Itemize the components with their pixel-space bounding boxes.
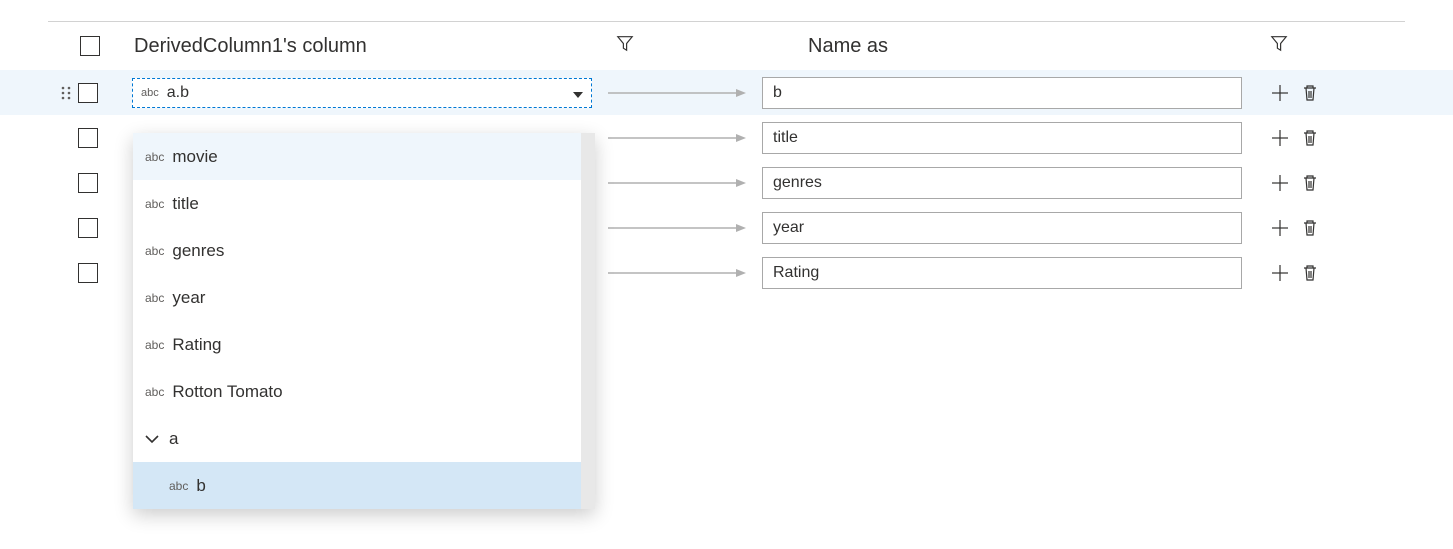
add-button[interactable] bbox=[1270, 83, 1290, 103]
chevron-down-icon bbox=[145, 429, 159, 449]
filter-icon[interactable] bbox=[1270, 34, 1288, 58]
name-as-input[interactable] bbox=[762, 257, 1242, 289]
type-badge: abc bbox=[145, 150, 164, 164]
type-badge: abc bbox=[145, 244, 164, 258]
mapping-arrow bbox=[592, 133, 762, 143]
mapping-row: abc a.b bbox=[0, 70, 1453, 115]
dropdown-option[interactable]: a bbox=[133, 415, 595, 462]
row-checkbox[interactable] bbox=[78, 218, 98, 238]
row-checkbox[interactable] bbox=[78, 83, 98, 103]
name-as-input[interactable] bbox=[762, 122, 1242, 154]
row-checkbox[interactable] bbox=[78, 128, 98, 148]
type-badge: abc bbox=[169, 479, 188, 493]
source-column-header: DerivedColumn1's column bbox=[134, 34, 634, 58]
type-badge: abc bbox=[141, 87, 159, 99]
delete-button[interactable] bbox=[1300, 218, 1320, 238]
name-as-input[interactable] bbox=[762, 77, 1242, 109]
dropdown-option[interactable]: abc title bbox=[133, 180, 595, 227]
name-as-header-label: Name as bbox=[808, 35, 1270, 58]
dropdown-option-label: title bbox=[172, 194, 198, 214]
add-button[interactable] bbox=[1270, 128, 1290, 148]
dropdown-option-label: b bbox=[196, 476, 205, 496]
mapping-arrow bbox=[592, 178, 762, 188]
name-as-header: Name as bbox=[808, 34, 1288, 58]
dropdown-scrollbar[interactable] bbox=[581, 133, 595, 509]
dropdown-option-label: Rating bbox=[172, 335, 221, 355]
mapping-arrow bbox=[592, 223, 762, 233]
name-as-input[interactable] bbox=[762, 167, 1242, 199]
delete-button[interactable] bbox=[1300, 128, 1320, 148]
add-button[interactable] bbox=[1270, 263, 1290, 283]
name-as-input[interactable] bbox=[762, 212, 1242, 244]
delete-button[interactable] bbox=[1300, 263, 1320, 283]
chevron-down-icon bbox=[573, 85, 583, 101]
dropdown-option[interactable]: abc Rotton Tomato bbox=[133, 368, 595, 415]
type-badge: abc bbox=[145, 385, 164, 399]
mapping-arrow bbox=[592, 268, 762, 278]
column-header-row: DerivedColumn1's column Name as bbox=[0, 22, 1453, 70]
source-column-value: a.b bbox=[167, 84, 573, 102]
delete-button[interactable] bbox=[1300, 173, 1320, 193]
dropdown-option-label: year bbox=[172, 288, 205, 308]
source-column-select[interactable]: abc a.b bbox=[132, 78, 592, 108]
column-dropdown[interactable]: abc movie abc title abc genres abc year … bbox=[133, 133, 595, 509]
filter-icon[interactable] bbox=[616, 34, 634, 58]
add-button[interactable] bbox=[1270, 218, 1290, 238]
dropdown-option-label: Rotton Tomato bbox=[172, 382, 282, 402]
dropdown-option-label: a bbox=[169, 429, 178, 449]
type-badge: abc bbox=[145, 197, 164, 211]
delete-button[interactable] bbox=[1300, 83, 1320, 103]
mapping-arrow bbox=[592, 88, 762, 98]
top-divider bbox=[48, 0, 1405, 22]
dropdown-option-label: movie bbox=[172, 147, 217, 167]
dropdown-option[interactable]: abc movie bbox=[133, 133, 595, 180]
drag-handle-icon[interactable] bbox=[56, 86, 76, 100]
row-checkbox[interactable] bbox=[78, 173, 98, 193]
dropdown-option[interactable]: abc genres bbox=[133, 227, 595, 274]
dropdown-option[interactable]: abc Rating bbox=[133, 321, 595, 368]
source-column-header-label: DerivedColumn1's column bbox=[134, 35, 616, 58]
type-badge: abc bbox=[145, 291, 164, 305]
row-checkbox[interactable] bbox=[78, 263, 98, 283]
dropdown-option[interactable]: abc b bbox=[133, 462, 595, 509]
select-all-checkbox[interactable] bbox=[80, 36, 100, 56]
type-badge: abc bbox=[145, 338, 164, 352]
dropdown-option[interactable]: abc year bbox=[133, 274, 595, 321]
add-button[interactable] bbox=[1270, 173, 1290, 193]
dropdown-option-label: genres bbox=[172, 241, 224, 261]
